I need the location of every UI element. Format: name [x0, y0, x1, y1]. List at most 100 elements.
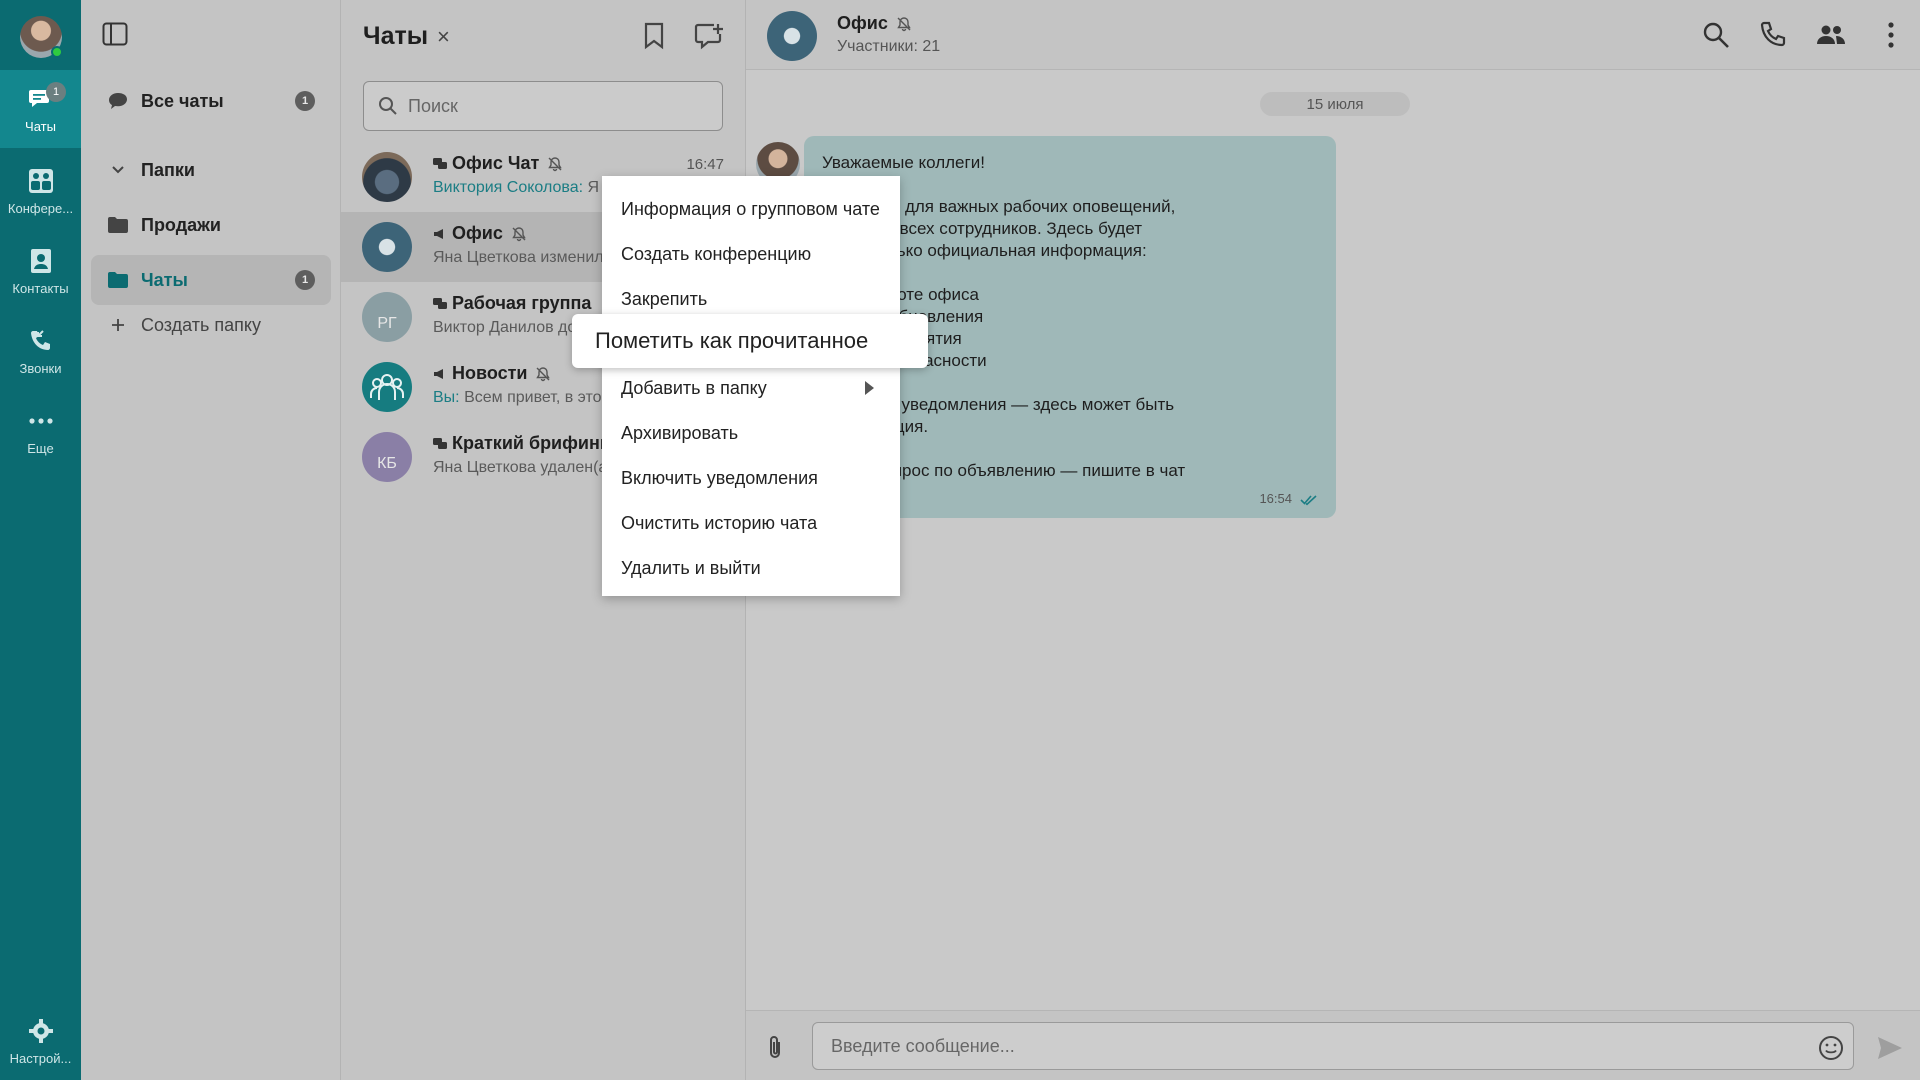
- chat-name: Новости: [433, 363, 551, 384]
- bell-off-icon: [536, 366, 551, 381]
- rail-item-settings[interactable]: Настрой...: [0, 1002, 81, 1080]
- rail-item-label: Конфере...: [7, 200, 74, 216]
- conversation-header: Офис Участники: 21: [746, 0, 1920, 70]
- search-icon[interactable]: [1701, 20, 1731, 50]
- chat-name-text: Новости: [452, 363, 528, 383]
- unread-badge: 1: [46, 82, 66, 102]
- search-input[interactable]: [408, 95, 708, 117]
- send-icon[interactable]: [1876, 1035, 1904, 1061]
- message-input[interactable]: [812, 1022, 1854, 1070]
- chat-preview-text: Яна Цветкова удален(а: [433, 459, 608, 476]
- plus-icon: [107, 314, 129, 336]
- context-menu: Информация о групповом чате Создать конф…: [602, 176, 900, 596]
- folder-icon: [107, 269, 129, 291]
- chat-preview-text: Яна Цветкова изменил: [433, 249, 604, 266]
- folder-label: Все чаты: [141, 90, 224, 111]
- chat-preview-text: Всем привет, в это: [459, 389, 602, 406]
- menu-item-clear-history[interactable]: Очистить историю чата: [602, 501, 900, 545]
- rail-item-label: Контакты: [12, 280, 69, 296]
- rail-item-label: Настрой...: [9, 1050, 72, 1066]
- group-chat-icon: [433, 297, 447, 309]
- double-check-icon: [1300, 495, 1317, 506]
- folder-item-chats[interactable]: Чаты 1: [91, 255, 331, 305]
- create-folder-button[interactable]: Создать папку: [91, 300, 331, 350]
- conversation-panel: Офис Участники: 21 15 июля Уважаемые кол…: [746, 0, 1920, 1080]
- chat-avatar: [362, 152, 412, 202]
- folder-item-sales[interactable]: Продажи: [91, 200, 331, 250]
- rail-item-calls[interactable]: Звонки: [0, 312, 81, 390]
- phone-icon[interactable]: [1758, 20, 1788, 50]
- folders-section-header[interactable]: Папки: [91, 145, 331, 195]
- group-people-icon: [370, 374, 404, 400]
- chat-avatar: [362, 222, 412, 272]
- unread-badge: 1: [295, 270, 315, 290]
- chat-preview-text: Виктор Данилов до: [433, 319, 577, 336]
- more-vertical-icon[interactable]: [1876, 20, 1906, 50]
- chat-name-text: Офис: [452, 223, 503, 243]
- chat-avatar: [362, 362, 412, 412]
- chat-bubble-icon: [107, 90, 129, 112]
- rail-item-more[interactable]: Еще: [0, 392, 81, 470]
- chat-avatar: КБ: [362, 432, 412, 482]
- chat-time: 16:47: [686, 156, 724, 173]
- sidebar-toggle-icon[interactable]: [102, 22, 128, 46]
- chat-name: Рабочая группа: [433, 293, 591, 314]
- message-time: 16:54: [1259, 491, 1292, 506]
- app-window: Чаты 1 Конфере... Контакты Звонки Еще На…: [0, 0, 1920, 1080]
- emoji-icon[interactable]: [1818, 1035, 1844, 1061]
- contacts-icon: [27, 247, 55, 275]
- rail-item-label: Чаты: [25, 118, 56, 134]
- participants-icon[interactable]: [1816, 20, 1846, 50]
- folder-label: Продажи: [141, 214, 221, 235]
- folder-all-chats[interactable]: Все чаты 1: [91, 76, 331, 126]
- channel-megaphone-icon: [434, 368, 443, 379]
- conversation-avatar[interactable]: [767, 11, 817, 61]
- create-folder-label: Создать папку: [141, 314, 261, 335]
- menu-item-create-conference[interactable]: Создать конференцию: [602, 232, 900, 276]
- conversation-title[interactable]: Офис: [837, 13, 912, 34]
- chat-name-text: Офис Чат: [452, 153, 540, 173]
- rail-item-chats[interactable]: Чаты: [0, 70, 81, 148]
- new-chat-icon[interactable]: [694, 22, 724, 50]
- more-dots-icon: [27, 407, 55, 435]
- menu-item-group-info[interactable]: Информация о групповом чате: [602, 187, 900, 231]
- online-status-dot: [51, 46, 63, 58]
- search-icon: [379, 97, 397, 115]
- gear-icon: [27, 1017, 55, 1045]
- conference-icon: [27, 167, 55, 195]
- folders-header-label: Папки: [141, 159, 195, 180]
- chevron-down-icon: [107, 159, 129, 181]
- folder-icon: [107, 214, 129, 236]
- chat-avatar-initials: РГ: [377, 315, 397, 332]
- chat-preview-sender: Виктория Соколова:: [433, 179, 584, 196]
- chat-name: Краткий брифинг: [433, 433, 607, 454]
- channel-megaphone-icon: [434, 228, 443, 239]
- paperclip-icon[interactable]: [764, 1035, 786, 1061]
- folders-panel: Все чаты 1 Папки Продажи Чаты 1 Создать …: [81, 0, 341, 1080]
- bell-off-icon: [512, 226, 526, 241]
- chat-preview-text: Я: [583, 179, 600, 196]
- menu-item-archive[interactable]: Архивировать: [602, 411, 900, 455]
- conversation-title-text: Офис: [837, 13, 888, 33]
- menu-item-delete-and-leave[interactable]: Удалить и выйти: [602, 546, 900, 590]
- search-field[interactable]: [363, 81, 723, 131]
- rail-item-conferences[interactable]: Конфере...: [0, 152, 81, 230]
- nav-rail: Чаты 1 Конфере... Контакты Звонки Еще На…: [0, 0, 81, 1080]
- menu-item-mark-as-read[interactable]: Пометить как прочитанное: [572, 314, 928, 368]
- bell-off-icon: [548, 156, 563, 171]
- menu-item-enable-notifications[interactable]: Включить уведомления: [602, 456, 900, 500]
- folder-label: Чаты: [141, 269, 188, 290]
- close-filter-button[interactable]: ×: [437, 24, 450, 50]
- submenu-arrow-icon: [865, 381, 874, 395]
- chat-name-text: Краткий брифинг: [452, 433, 608, 453]
- chat-name-text: Рабочая группа: [452, 293, 592, 313]
- bell-off-icon: [897, 16, 911, 31]
- rail-item-contacts[interactable]: Контакты: [0, 232, 81, 310]
- group-chat-icon: [433, 437, 447, 449]
- chat-name: Офис Чат: [433, 153, 563, 174]
- menu-item-add-to-folder[interactable]: Добавить в папку: [602, 366, 900, 410]
- rail-item-label: Еще: [27, 440, 54, 456]
- menu-item-label: Добавить в папку: [621, 377, 767, 398]
- bookmark-icon[interactable]: [643, 22, 667, 50]
- date-separator: 15 июля: [1260, 92, 1410, 116]
